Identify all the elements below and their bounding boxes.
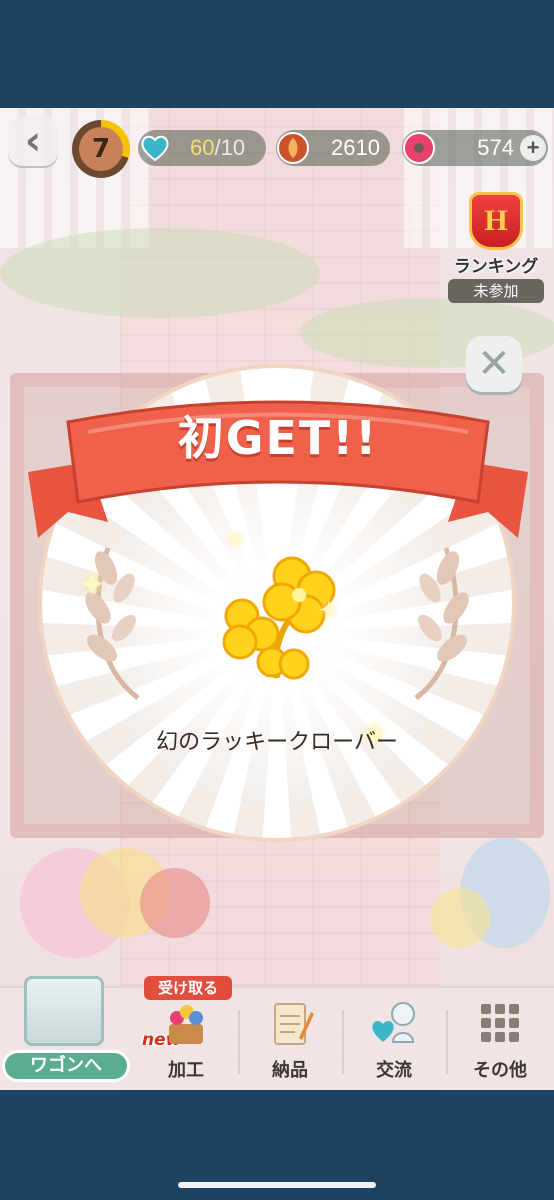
item-name: 幻のラッキークローバー: [156, 730, 398, 755]
donut-currency-counter: 574 +: [402, 130, 548, 166]
wagon-label: ワゴンへ: [2, 1050, 130, 1082]
add-currency-button[interactable]: +: [520, 135, 546, 161]
laurel-right-icon: [414, 547, 469, 700]
first-get-title: 初GET!!: [177, 411, 379, 465]
donut-amount: 574: [477, 135, 514, 160]
sparkle-icon: ✦: [78, 565, 107, 605]
wagon-button[interactable]: ワゴンへ: [2, 976, 130, 1090]
heart-icon: [136, 129, 174, 167]
donut-icon: [400, 129, 438, 167]
close-button[interactable]: ✕: [466, 336, 522, 392]
grid-menu-icon: [475, 998, 525, 1048]
ranking-label: ランキング: [453, 257, 539, 277]
nav-deliver-label: 納品: [272, 1060, 308, 1081]
stamina-counter: 60/10: [138, 130, 266, 166]
nav-deliver[interactable]: 納品: [240, 996, 340, 1088]
bottom-nav: ワゴンへ 受け取る new 加工 納品 交流 その他: [0, 976, 554, 1090]
ranking-status: 未参加: [448, 279, 544, 303]
seed-coin-icon: [274, 129, 312, 167]
ranking-button[interactable]: H ランキング 未参加: [446, 192, 546, 303]
back-button[interactable]: ‹: [8, 116, 58, 166]
nav-other[interactable]: その他: [450, 996, 550, 1088]
stamina-max: /10: [214, 135, 246, 160]
divider: [446, 1010, 448, 1074]
stamina-current: 60: [190, 135, 215, 160]
nav-exchange[interactable]: 交流: [344, 996, 444, 1088]
wagon-icon: [24, 976, 104, 1046]
nav-other-label: その他: [473, 1060, 527, 1081]
crown-icon: H: [469, 192, 523, 250]
crown-letter: H: [484, 204, 508, 237]
laurel-left-icon: [85, 547, 140, 700]
plus-icon: +: [526, 135, 540, 160]
coin-counter: 2610: [276, 130, 390, 166]
home-indicator[interactable]: [178, 1182, 376, 1188]
nav-process[interactable]: 加工: [136, 996, 236, 1088]
nav-process-label: 加工: [168, 1060, 204, 1081]
level-number: 7: [91, 134, 111, 164]
game-screen: ‹ 7 60/10 2610 574 + H ランキング 未参加 ✦ ✦ ✦ ✦…: [0, 108, 554, 1090]
close-icon: ✕: [477, 341, 511, 387]
flower-basket-icon: [161, 998, 211, 1048]
chevron-left-icon: ‹: [24, 118, 42, 164]
friends-icon: [369, 998, 419, 1048]
notepad-icon: [265, 998, 315, 1048]
sparkle-icon: ✦: [318, 596, 340, 626]
player-level-badge: 7: [72, 120, 130, 178]
coin-amount: 2610: [331, 135, 380, 160]
nav-exchange-label: 交流: [376, 1060, 412, 1081]
